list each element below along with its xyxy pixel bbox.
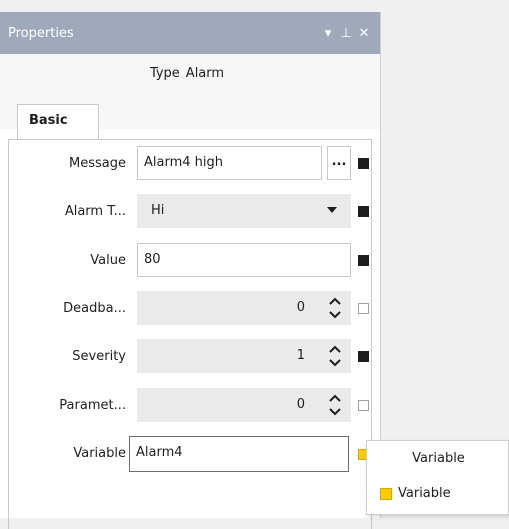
severity-label: Severity (72, 349, 126, 364)
value-row: Value 80 (9, 243, 381, 279)
binding-marker-icon[interactable] (358, 303, 369, 314)
value-label: Value (90, 253, 126, 268)
properties-panel: Properties ▾ ⊥ ✕ Type Alarm Basic Messag… (0, 12, 381, 529)
panel-titlebar: Properties ▾ ⊥ ✕ (0, 12, 380, 54)
popup-item-label: Variable (398, 486, 451, 501)
alarm-type-select[interactable]: Hi (137, 194, 351, 228)
popup-item-variable[interactable]: Variable (380, 486, 451, 501)
binding-marker-icon[interactable] (358, 400, 369, 411)
parameter-value: 0 (296, 397, 305, 412)
message-input[interactable]: Alarm4 high (137, 146, 322, 180)
deadband-label: Deadba... (63, 301, 126, 316)
spinner-icon[interactable] (327, 392, 343, 418)
binding-marker-icon[interactable] (358, 255, 369, 266)
variable-row: Variable Alarm4 (9, 436, 381, 472)
binding-marker-icon[interactable] (358, 206, 369, 217)
deadband-value: 0 (296, 300, 305, 315)
severity-stepper[interactable]: 1 (137, 339, 351, 373)
variable-input[interactable]: Alarm4 (129, 436, 349, 472)
properties-content: Message Alarm4 high ... Alarm T... Hi Va… (8, 139, 372, 529)
tab-basic[interactable]: Basic (17, 104, 99, 140)
type-value: Alarm (185, 65, 225, 81)
chevron-down-icon (327, 207, 337, 213)
alarm-type-label: Alarm T... (64, 204, 126, 219)
close-icon[interactable]: ✕ (356, 26, 372, 41)
alarm-type-value: Hi (151, 203, 165, 218)
message-row: Message Alarm4 high ... (9, 146, 381, 182)
severity-row: Severity 1 (9, 339, 381, 375)
panel-title: Properties (8, 25, 74, 41)
spinner-icon[interactable] (327, 295, 343, 321)
variable-popup: Variable Variable (366, 440, 509, 515)
parameter-row: Paramet... 0 (9, 388, 381, 424)
variable-marker-icon (380, 487, 392, 500)
type-header: Type Alarm (0, 54, 380, 92)
message-label: Message (69, 156, 126, 171)
message-ellipsis-button[interactable]: ... (327, 146, 351, 180)
tab-strip: Basic (0, 92, 380, 140)
type-label: Type (149, 65, 180, 81)
severity-value: 1 (296, 348, 305, 363)
alarm-type-row: Alarm T... Hi (9, 194, 381, 230)
dropdown-icon[interactable]: ▾ (320, 26, 336, 41)
variable-label: Variable (73, 446, 126, 461)
pin-icon[interactable]: ⊥ (338, 26, 354, 41)
spinner-icon[interactable] (327, 343, 343, 369)
binding-marker-icon[interactable] (358, 351, 369, 362)
binding-marker-icon[interactable] (358, 158, 369, 169)
popup-header: Variable (412, 451, 465, 466)
parameter-stepper[interactable]: 0 (137, 388, 351, 422)
deadband-row: Deadba... 0 (9, 291, 381, 327)
parameter-label: Paramet... (59, 398, 126, 413)
deadband-stepper[interactable]: 0 (137, 291, 351, 325)
value-input[interactable]: 80 (137, 243, 351, 277)
